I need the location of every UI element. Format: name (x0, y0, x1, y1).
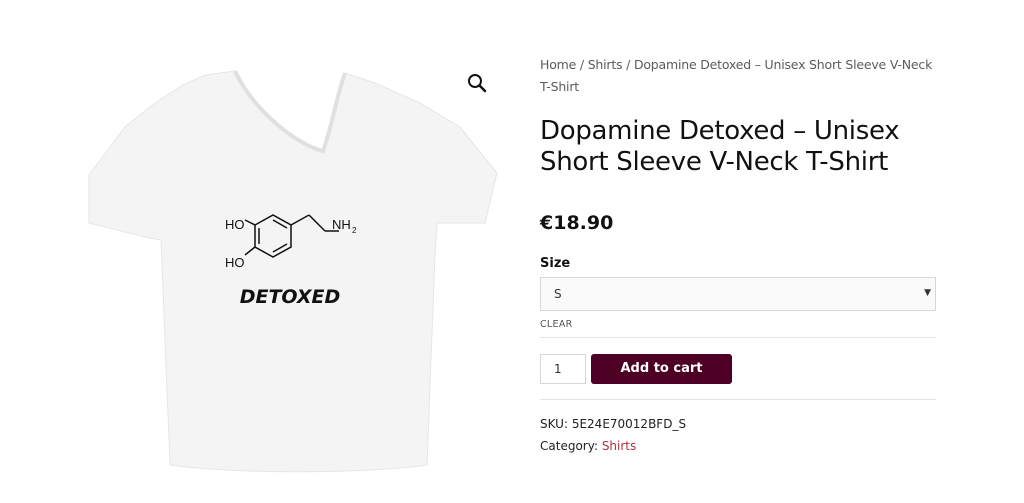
product-price: €18.90 (540, 212, 614, 234)
ho-bottom-label: HO (225, 255, 245, 270)
size-select[interactable]: S ▼ (540, 277, 936, 311)
size-select-value: S (554, 287, 562, 301)
breadcrumb-separator: / (576, 57, 588, 72)
product-meta: SKU: 5E24E70012BFD_S Category: Shirts (540, 413, 936, 457)
nh2-label: NH (332, 217, 351, 232)
dropdown-arrow-icon: ▼ (924, 288, 931, 298)
quantity-value: 1 (554, 362, 562, 376)
breadcrumb-shirts[interactable]: Shirts (588, 57, 623, 72)
add-to-cart-row: 1 Add to cart (540, 354, 936, 384)
sku-label: SKU: (540, 417, 568, 431)
clear-variation-link[interactable]: CLEAR (540, 319, 573, 330)
size-label: Size (540, 256, 571, 271)
divider (540, 337, 936, 338)
zoom-icon[interactable] (466, 72, 490, 96)
ho-top-label: HO (225, 217, 245, 232)
breadcrumb-separator: / (622, 57, 634, 72)
nh2-subscript: 2 (352, 226, 357, 235)
breadcrumb: Home / Shirts / Dopamine Detoxed – Unise… (540, 54, 936, 98)
divider (540, 399, 936, 400)
product-title: Dopamine Detoxed – Unisex Short Sleeve V… (540, 116, 900, 177)
category-label: Category: (540, 439, 598, 453)
quantity-input[interactable]: 1 (540, 354, 586, 384)
product-summary: Home / Shirts / Dopamine Detoxed – Unise… (540, 54, 936, 457)
t-shirt-shape (88, 70, 498, 473)
breadcrumb-home[interactable]: Home (540, 57, 576, 72)
sku-value: 5E24E70012BFD_S (571, 417, 687, 431)
category-link[interactable]: Shirts (602, 439, 636, 453)
add-to-cart-button[interactable]: Add to cart (591, 354, 732, 384)
product-image[interactable]: HO HO NH 2 DETOXED (75, 55, 505, 480)
sku-row: SKU: 5E24E70012BFD_S (540, 413, 936, 435)
product-gallery: HO HO NH 2 DETOXED (75, 55, 505, 480)
detoxed-print: DETOXED (240, 286, 341, 308)
category-row: Category: Shirts (540, 435, 936, 457)
